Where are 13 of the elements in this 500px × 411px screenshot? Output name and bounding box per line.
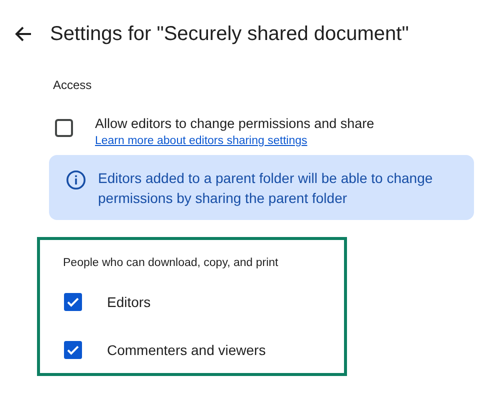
- section-heading: Access: [53, 78, 92, 92]
- checkbox[interactable]: [64, 341, 82, 359]
- section-heading: People who can download, copy, and print: [63, 257, 278, 269]
- checkbox-label: Allow editors to change permissions and share: [95, 116, 374, 131]
- checkbox[interactable]: [64, 293, 82, 311]
- info-icon: [66, 170, 86, 190]
- back-arrow-icon[interactable]: [15, 26, 32, 42]
- checkbox[interactable]: [55, 119, 73, 137]
- page-title: Settings for "Securely shared document": [50, 22, 409, 46]
- checkbox-label: Editors: [107, 294, 151, 310]
- help-link[interactable]: Learn more about editors sharing settings: [95, 135, 308, 147]
- info-text: Editors added to a parent folder will be able to change permissions by sharing the parent folder: [98, 169, 434, 208]
- checkbox-label: Commenters and viewers: [107, 342, 266, 358]
